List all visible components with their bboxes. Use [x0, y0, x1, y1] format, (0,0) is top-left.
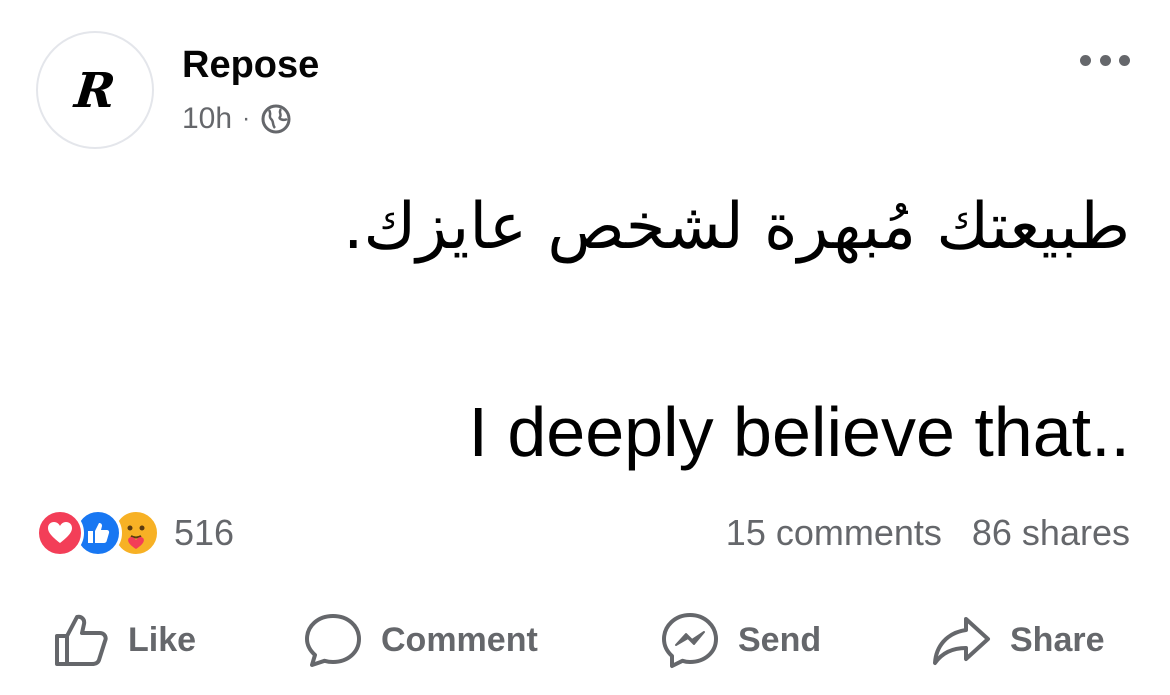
comment-button[interactable]: Comment [303, 600, 538, 680]
comments-count-link[interactable]: 15 comments [726, 512, 942, 554]
post-text-english: I deeply believe that.. [468, 393, 1130, 471]
thumbs-up-icon [55, 614, 108, 666]
more-options-icon[interactable] [1080, 50, 1130, 70]
share-button[interactable]: Share [930, 600, 1105, 680]
globe-icon [261, 104, 291, 134]
share-arrow-icon [933, 617, 990, 665]
comment-label: Comment [381, 620, 538, 659]
comment-bubble-icon [305, 614, 361, 667]
send-label: Send [738, 620, 822, 659]
like-label: Like [128, 620, 197, 659]
share-label: Share [1010, 620, 1105, 659]
reaction-count: 516 [174, 512, 235, 553]
reactions-summary[interactable]: 516 [36, 508, 234, 558]
page-name[interactable]: Repose [182, 44, 319, 87]
page-avatar[interactable]: R [36, 31, 154, 149]
shares-count-link[interactable]: 86 shares [972, 512, 1130, 554]
post-time[interactable]: 10h [182, 102, 232, 136]
avatar-logo-letter: R [72, 63, 118, 119]
love-reaction-icon [36, 509, 84, 557]
like-button[interactable]: Like [52, 600, 196, 680]
post-stats: 15 comments 86 shares [726, 512, 1130, 554]
post-text-arabic: طبيعتك مُبهرة لشخص عايزك. [343, 190, 1130, 264]
send-button[interactable]: Send [660, 600, 821, 680]
meta-separator: · [242, 105, 251, 132]
post-meta: 10h · [182, 102, 292, 136]
messenger-icon [662, 613, 718, 668]
post-action-bar: Like Comment Send Share [0, 600, 1170, 680]
